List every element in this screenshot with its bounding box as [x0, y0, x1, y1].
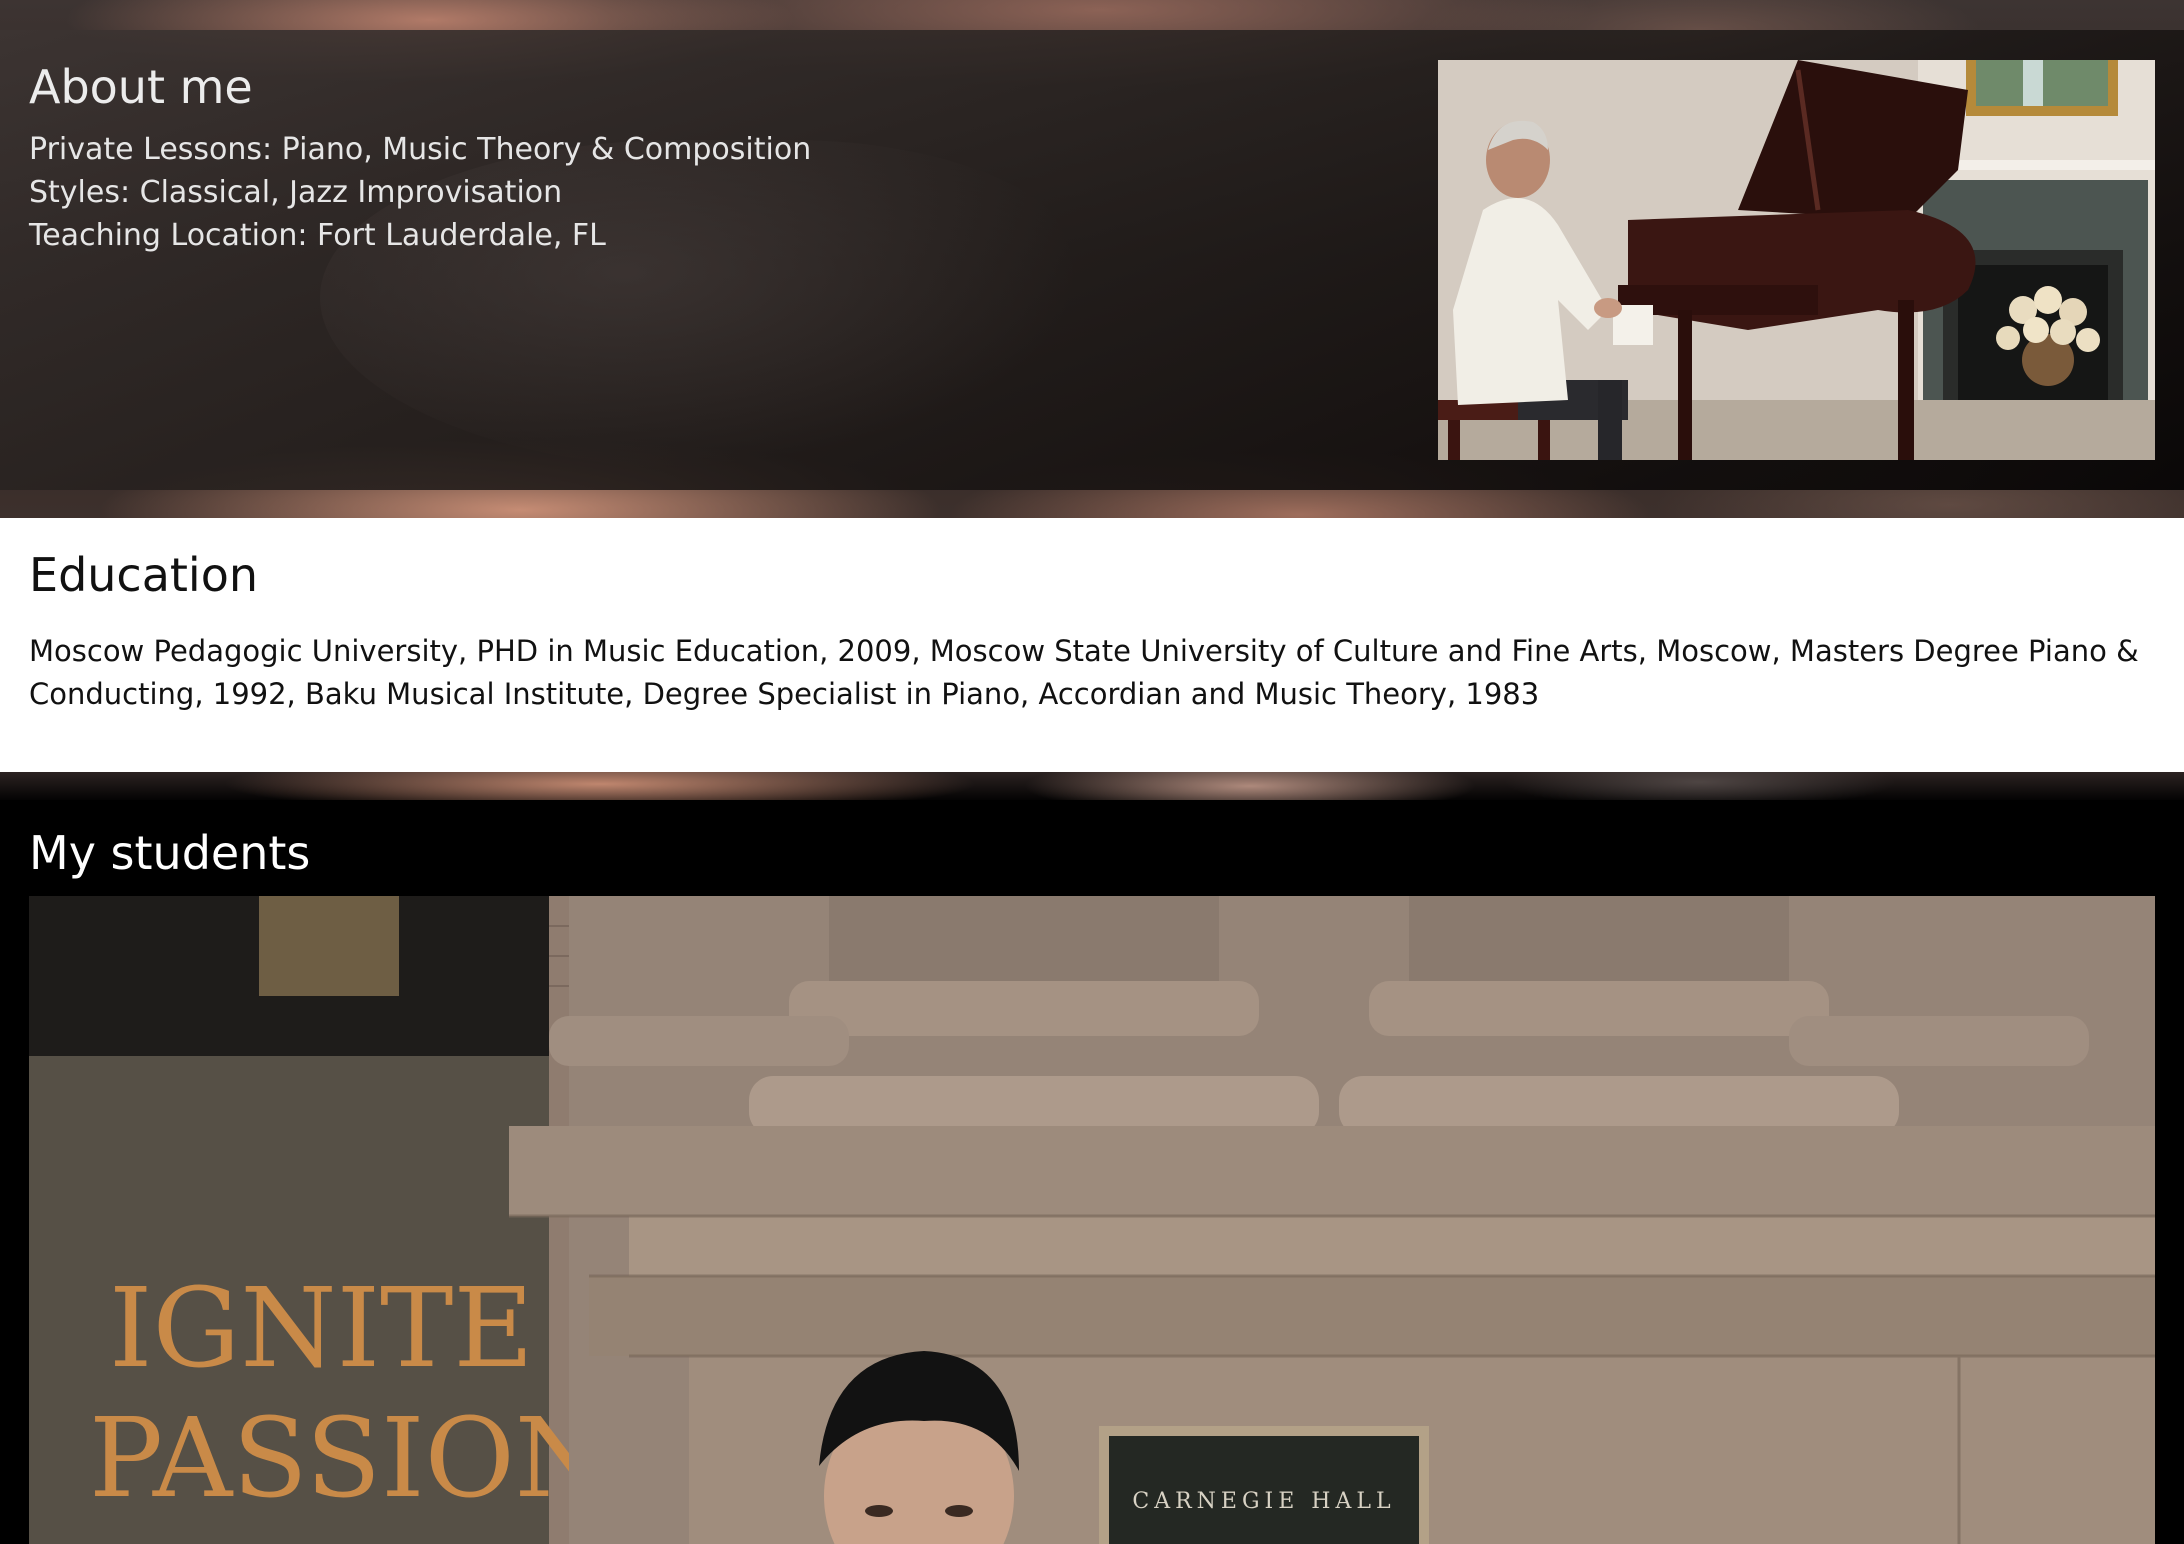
piano-player-photo — [1438, 60, 2155, 460]
about-line-lessons: Private Lessons: Piano, Music Theory & C… — [29, 132, 812, 167]
carnegie-hall-student-photo: IGNITE PASSION CARNEGIE HALL — [29, 896, 2155, 1544]
education-title: Education — [29, 548, 259, 602]
education-section: Education Moscow Pedagogic University, P… — [0, 518, 2184, 772]
about-line-location: Teaching Location: Fort Lauderdale, FL — [29, 218, 606, 253]
store-sign-line2: PASSION — [89, 1394, 611, 1522]
students-title: My students — [29, 826, 311, 880]
about-title: About me — [29, 60, 253, 114]
about-details: Private Lessons: Piano, Music Theory & C… — [29, 128, 811, 257]
plaque-text: CARNEGIE HALL — [1132, 1489, 1395, 1514]
education-text: Moscow Pedagogic University, PHD in Musi… — [29, 634, 2139, 711]
about-line-styles: Styles: Classical, Jazz Improvisation — [29, 175, 563, 210]
store-sign-line1: IGNITE — [109, 1264, 534, 1392]
